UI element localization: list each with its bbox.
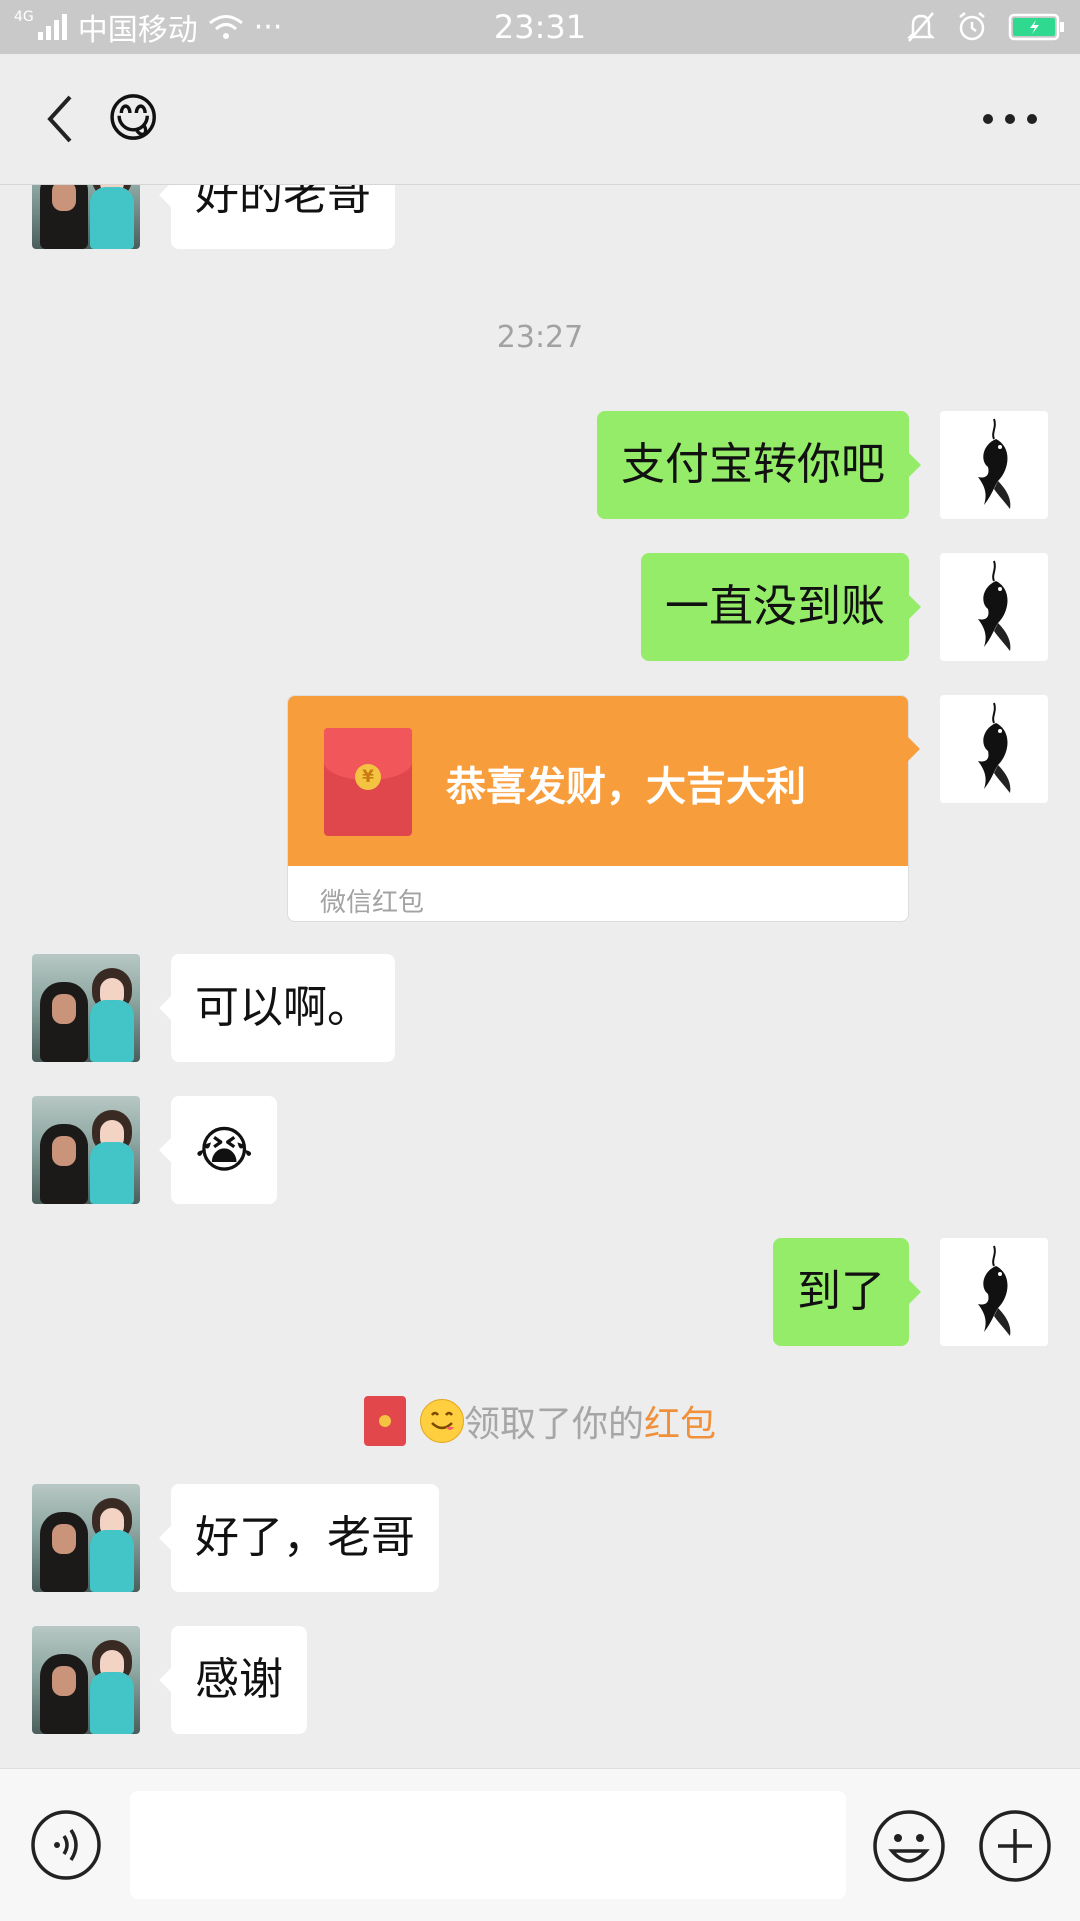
voice-input-button[interactable] (30, 1809, 102, 1881)
contact-avatar[interactable] (32, 954, 140, 1062)
alarm-icon (959, 12, 985, 41)
koi-fish-icon (978, 1245, 1011, 1336)
plus-icon (979, 1810, 1051, 1882)
ellipsis-icon (983, 114, 1037, 124)
my-avatar[interactable] (940, 553, 1048, 661)
message-bubble-incoming[interactable]: 好了，老哥 (159, 1484, 439, 1592)
message-bubble-incoming[interactable]: 好的老哥 (159, 185, 395, 249)
wifi-icon (208, 15, 243, 39)
network-type: 4G (14, 9, 34, 25)
message-bubble-outgoing[interactable]: 一直没到账 (641, 553, 921, 661)
back-arrow-icon (47, 95, 72, 143)
message-bubble-outgoing[interactable]: 到了 (773, 1238, 921, 1346)
red-envelope-icon: ¥ (324, 728, 412, 836)
red-packet-claimed-notice: 领取了你的 红包 (0, 1393, 1080, 1449)
red-packet-message[interactable]: ¥ 恭喜发财，大吉大利 微信红包 (287, 695, 909, 922)
message-bubble-incoming[interactable]: 可以啊。 (159, 954, 395, 1062)
chat-header: 😋 (0, 54, 1080, 185)
contact-avatar[interactable] (32, 1484, 140, 1592)
emoji-button[interactable] (872, 1809, 946, 1883)
message-bubble-incoming[interactable]: 感谢 (159, 1626, 307, 1734)
back-button[interactable] (30, 84, 90, 154)
status-more: ··· (253, 9, 283, 45)
message-timestamp: 23:27 (496, 320, 584, 355)
message-composer (0, 1768, 1080, 1921)
more-functions-button[interactable] (978, 1809, 1052, 1883)
my-avatar[interactable] (940, 411, 1048, 519)
contact-avatar[interactable] (32, 1096, 140, 1204)
koi-fish-icon (978, 418, 1011, 509)
red-packet-greeting: 恭喜发财，大吉大利 (446, 764, 806, 810)
smiling-face-emoji (419, 1399, 464, 1443)
koi-fish-icon (978, 560, 1011, 651)
message-list[interactable]: 好的老哥 23:27 支付宝转你吧 一直没到账 ¥ 恭喜发财，大吉大利 微信红包… (0, 185, 1080, 1768)
carrier-name: 中国移动 (77, 13, 198, 48)
my-avatar[interactable] (940, 1238, 1048, 1346)
koi-fish-icon (978, 702, 1011, 793)
red-packet-tail (908, 737, 920, 761)
claimed-notice-text: 领取了你的 (463, 1404, 644, 1445)
status-bar: 4G 中国移动 ··· 23:31 (0, 0, 1080, 54)
yuan-coin: ¥ (355, 764, 381, 790)
mute-bell-icon (906, 12, 936, 42)
contact-avatar[interactable] (32, 185, 140, 249)
battery-icon (1008, 13, 1064, 41)
message-input[interactable] (130, 1791, 846, 1899)
contact-avatar[interactable] (32, 1626, 140, 1734)
smiley-icon (873, 1810, 945, 1882)
message-bubble-incoming[interactable]: 😭 (158, 1096, 278, 1204)
red-packet-header: ¥ 恭喜发财，大吉大利 (288, 696, 908, 866)
red-packet-label: 微信红包 (320, 888, 425, 918)
signal-icon (37, 14, 67, 40)
more-options-button[interactable] (970, 84, 1050, 154)
message-bubble-outgoing[interactable]: 支付宝转你吧 (597, 411, 921, 519)
voice-icon (31, 1810, 101, 1880)
my-avatar[interactable] (940, 695, 1048, 803)
red-envelope-icon (363, 1396, 406, 1446)
chat-title: 😋 (106, 89, 161, 149)
red-packet-link[interactable]: 红包 (644, 1395, 716, 1447)
